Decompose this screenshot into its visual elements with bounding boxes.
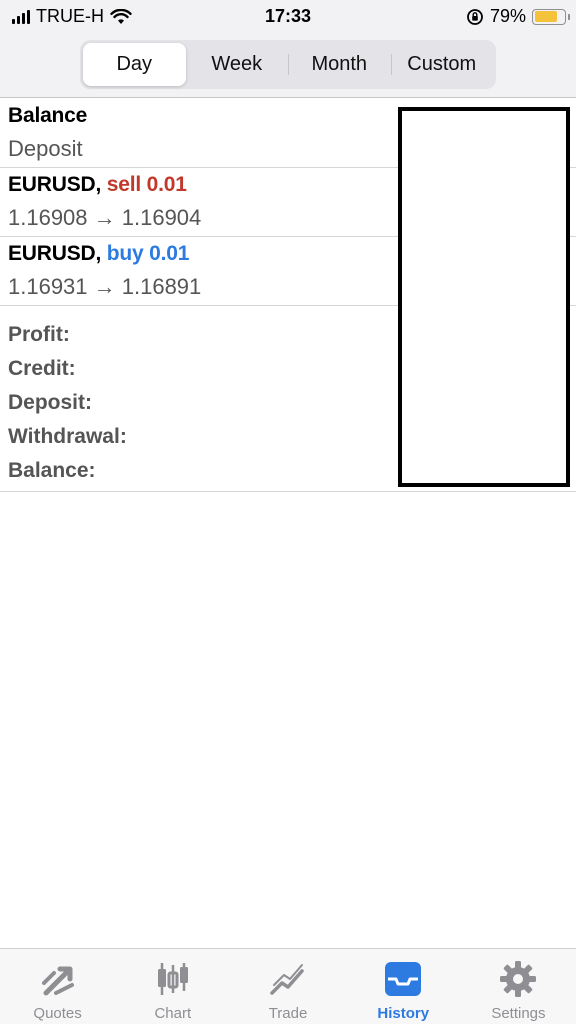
row-title: EURUSD, sell 0.01 [8,173,187,197]
row-subtitle: Deposit [8,136,83,161]
row-title: EURUSD, buy 0.01 [8,242,189,266]
tab-trade[interactable]: Trade [230,949,345,1024]
chart-icon [153,959,193,999]
tab-history[interactable]: History [346,949,461,1024]
tab-label: Trade [268,1005,308,1022]
tab-month[interactable]: Month [288,43,391,86]
battery-percent: 79% [489,6,526,26]
status-bar: TRUE-H 17:33 79% [0,0,576,34]
quotes-icon [38,959,78,999]
settings-icon [498,959,538,999]
tab-custom[interactable]: Custom [390,43,494,86]
row-title: Balance [8,104,88,127]
battery-fill [534,11,558,22]
status-right: 79% [466,6,570,27]
tab-label: Settings [491,1005,546,1022]
battery-icon [532,8,570,25]
trade-prices: 1.16908 → 1.16904 [8,205,202,230]
tab-label: History [377,1005,430,1022]
tab-bar: Quotes Chart Trade History Settings [0,948,576,1024]
tab-label: Chart [154,1005,192,1022]
period-segmented-control: Day Week Month Custom [80,40,496,89]
tab-day[interactable]: Day [83,43,186,86]
tab-settings[interactable]: Settings [461,949,576,1024]
tab-label: Quotes [33,1005,82,1022]
trade-symbol: EURUSD, [8,242,102,265]
trade-prices: 1.16931 → 1.16891 [8,274,202,299]
history-icon [383,959,423,999]
trade-symbol: EURUSD, [8,173,102,196]
header: Day Week Month Custom [0,34,576,98]
tab-week[interactable]: Week [186,43,289,86]
redaction-box [398,107,570,487]
tab-chart[interactable]: Chart [115,949,230,1024]
trade-side: sell 0.01 [106,173,187,196]
trade-side: buy 0.01 [106,242,190,265]
orientation-lock-icon [467,8,483,25]
trade-icon [268,959,308,999]
tab-quotes[interactable]: Quotes [0,949,115,1024]
